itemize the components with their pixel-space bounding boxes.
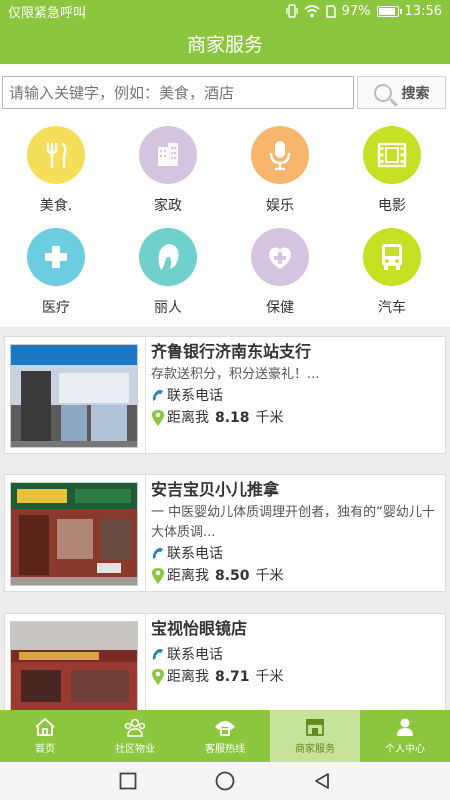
battery-level [378,7,396,15]
system-nav-bar [0,762,450,800]
business-card[interactable]: 安吉宝贝小儿推拿 一 中医婴幼儿体质调理开创者，独有的“婴幼儿十大体质调... … [4,474,446,592]
recents-square-icon[interactable] [119,772,137,790]
sim-icon [325,4,336,18]
divider [145,475,146,591]
search-bar: 搜索 [0,64,450,119]
bottom-tab-bar: 首页 社区物业 客服热线 商家服务 个人中心 [0,710,450,762]
distance-row: 距离我 8.71 千米 [151,666,439,688]
business-photo [10,482,138,586]
category-beauty[interactable]: 丽人 [123,228,213,317]
vibrate-icon [286,4,298,18]
category-medical[interactable]: 医疗 [11,228,101,317]
category-grid: 美食. 家政 娱乐 电影 医疗 丽人 保健 汽车 [0,119,450,327]
clock: 13:56 [404,3,442,19]
category-movie[interactable]: 电影 [347,126,437,215]
business-photo [10,621,138,711]
community-icon [124,718,146,737]
business-name: 安吉宝贝小儿推拿 [151,480,280,499]
distance-unit: 千米 [255,568,284,584]
business-card[interactable]: 宝视怡眼镜店 联系电话 距离我 8.71 千米 [4,613,446,711]
phone-icon [152,649,163,660]
distance-label: 距离我 [167,669,209,685]
category-label: 美食. [39,198,73,214]
tab-home[interactable]: 首页 [0,710,90,762]
battery-icon [376,5,402,17]
category-label: 丽人 [154,300,182,316]
phone-icon [152,548,163,559]
tab-label: 客服热线 [205,744,245,755]
business-card[interactable]: 齐鲁银行济南东站支行 存款送积分，积分送豪礼！... 联系电话 距离我 8.18… [4,336,446,454]
divider [145,337,146,453]
business-description: 存款送积分，积分送豪礼！... [151,367,320,382]
tab-label: 商家服务 [295,744,335,755]
phone-icon [152,390,163,401]
business-name: 宝视怡眼镜店 [151,619,248,638]
bus-icon [363,228,421,286]
battery-percent: 97% [341,3,371,19]
tab-hotline[interactable]: 客服热线 [180,710,270,762]
distance-value: 8.50 [215,568,250,584]
contact-phone-link[interactable]: 联系电话 [151,385,439,407]
microphone-icon [251,126,309,184]
contact-label: 联系电话 [167,647,223,663]
building-icon [139,126,197,184]
home-circle-icon[interactable] [215,771,235,791]
contact-phone-link[interactable]: 联系电话 [151,543,439,565]
search-input[interactable] [2,76,354,109]
distance-value: 8.71 [215,669,250,685]
back-triangle-icon[interactable] [313,772,331,790]
woman-face-icon [139,228,197,286]
film-icon [363,126,421,184]
business-photo [10,344,138,448]
search-button-label: 搜索 [401,85,430,102]
tab-label: 社区物业 [115,744,155,755]
carrier-text: 仅限紧急呼叫 [8,5,87,21]
location-pin-icon [152,410,164,426]
divider [145,614,146,710]
hotline-icon [215,721,235,736]
distance-row: 距离我 8.50 千米 [151,565,439,587]
status-bar: 仅限紧急呼叫 97% 13:56 [0,0,450,22]
business-description: 一 中医婴幼儿体质调理开创者，独有的“婴幼儿十大体质调... [151,505,435,540]
app-header: 商家服务 [0,22,450,64]
health-care-icon [251,228,309,286]
distance-row: 距离我 8.18 千米 [151,407,439,429]
distance-value: 8.18 [215,410,250,426]
page-title: 商家服务 [186,33,263,56]
category-entertainment[interactable]: 娱乐 [235,126,325,215]
contact-label: 联系电话 [167,388,223,404]
category-label: 家政 [154,198,182,214]
category-label: 汽车 [378,300,406,316]
category-housekeeping[interactable]: 家政 [123,126,213,215]
person-icon [397,718,413,736]
category-food[interactable]: 美食. [11,126,101,215]
distance-label: 距离我 [167,568,209,584]
tab-community[interactable]: 社区物业 [90,710,180,762]
category-label: 保健 [266,300,294,316]
utensils-icon [27,126,85,184]
distance-unit: 千米 [255,669,284,685]
category-auto[interactable]: 汽车 [347,228,437,317]
home-icon [35,717,55,736]
category-label: 电影 [378,198,406,214]
category-health[interactable]: 保健 [235,228,325,317]
contact-label: 联系电话 [167,546,223,562]
tab-label: 个人中心 [385,744,425,755]
distance-label: 距离我 [167,410,209,426]
tab-profile[interactable]: 个人中心 [360,710,450,762]
store-icon [306,719,324,736]
location-pin-icon [152,568,164,584]
business-name: 齐鲁银行济南东站支行 [151,342,312,361]
distance-unit: 千米 [255,410,284,426]
wifi-icon [304,4,320,17]
tab-label: 首页 [35,744,55,755]
category-label: 医疗 [42,300,70,316]
category-label: 娱乐 [266,198,294,214]
medical-cross-icon [27,228,85,286]
location-pin-icon [152,669,164,685]
search-button[interactable]: 搜索 [357,76,446,109]
tab-merchant-services[interactable]: 商家服务 [270,710,360,762]
contact-phone-link[interactable]: 联系电话 [151,644,439,666]
search-icon [373,83,392,102]
